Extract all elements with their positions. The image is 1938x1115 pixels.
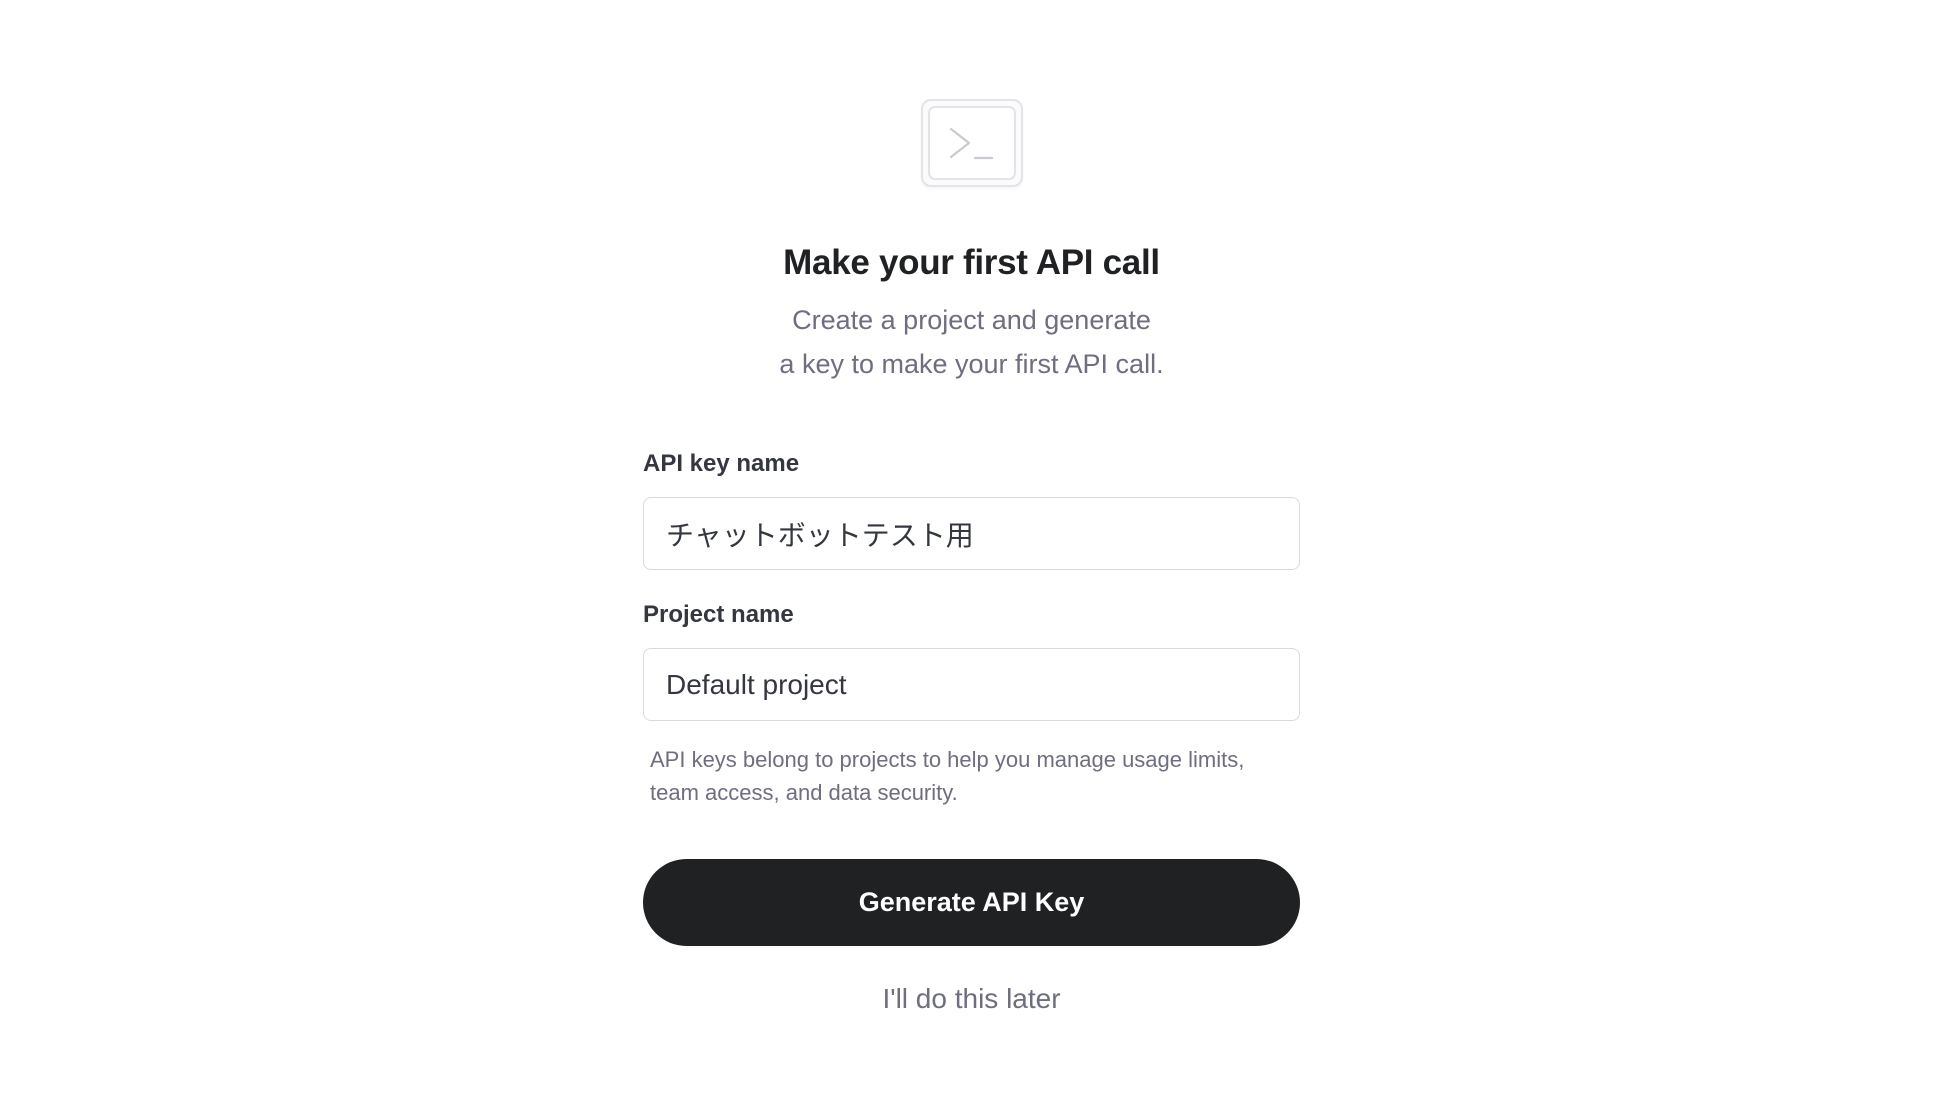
generate-api-key-button[interactable]: Generate API Key — [643, 859, 1300, 946]
terminal-prompt-icon — [949, 127, 993, 160]
terminal-icon-tile — [920, 99, 1023, 187]
page: Make your first API call Create a projec… — [0, 0, 1938, 1115]
onboarding-card: Make your first API call Create a projec… — [643, 0, 1300, 1015]
page-title: Make your first API call — [783, 243, 1160, 282]
api-key-name-input[interactable] — [643, 497, 1300, 570]
project-name-label: Project name — [643, 601, 794, 628]
subtitle-line-1: Create a project and generate — [792, 305, 1151, 335]
api-key-form: API key name Project name API keys belon… — [643, 446, 1300, 1015]
subtitle-line-2: a key to make your first API call. — [779, 349, 1164, 379]
terminal-icon — [927, 106, 1016, 180]
page-subtitle: Create a project and generate a key to m… — [779, 298, 1163, 386]
project-name-input[interactable] — [643, 648, 1300, 721]
api-key-name-label: API key name — [643, 450, 800, 477]
do-this-later-button[interactable]: I'll do this later — [643, 983, 1300, 1015]
project-helper-text: API keys belong to projects to help you … — [650, 747, 1245, 805]
